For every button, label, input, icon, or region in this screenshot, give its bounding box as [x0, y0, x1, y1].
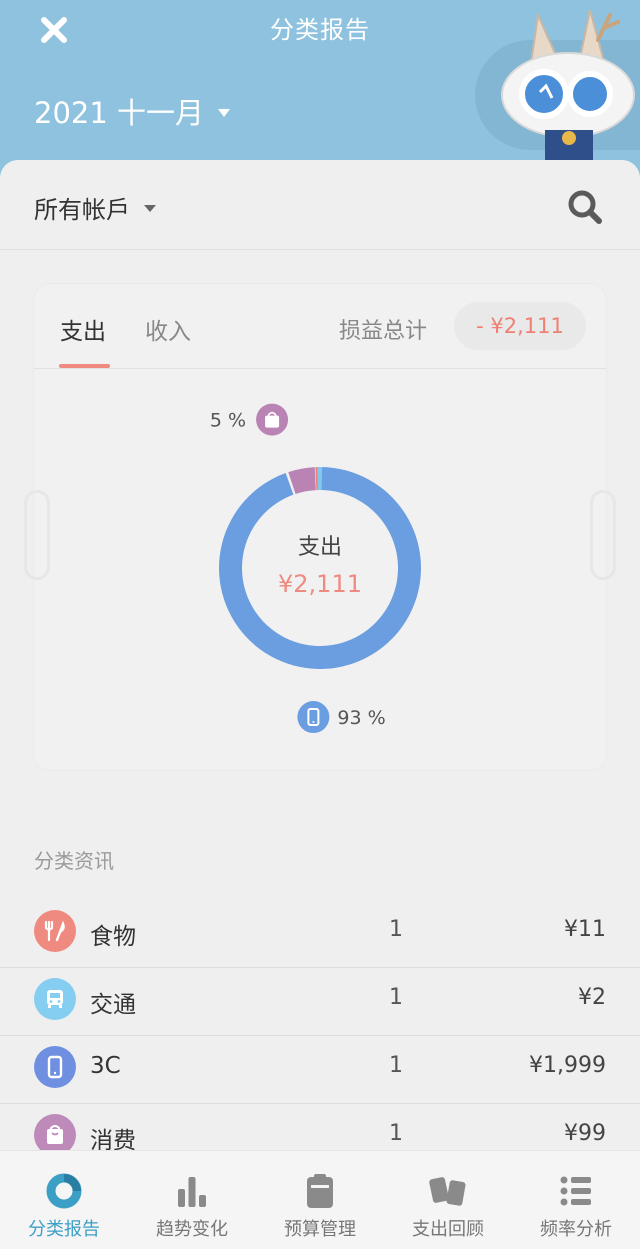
- accounts-bar: 所有帐戶: [0, 160, 640, 250]
- category-amount: ¥1,999: [529, 1053, 606, 1078]
- category-count: 1: [389, 1053, 403, 1078]
- report-sheet: 所有帐戶 支出 收入 损益总计 - ¥2,111 支出 ¥2,111 5 % 93 %…: [0, 160, 640, 1249]
- bus-icon: [34, 978, 76, 1020]
- nav-item-trend[interactable]: 趋势变化: [128, 1151, 256, 1249]
- nav-label: 频率分析: [540, 1219, 612, 1240]
- nav-label: 分类报告: [28, 1219, 100, 1240]
- category-name: 食物: [90, 924, 136, 950]
- nav-item-budget[interactable]: 预算管理: [256, 1151, 384, 1249]
- nav-item-expense-review[interactable]: 支出回顾: [384, 1151, 512, 1249]
- bottom-nav: 分类报告 趋势变化 预算管理 支出回顾 频率分析: [0, 1150, 640, 1249]
- account-picker[interactable]: 所有帐戶: [34, 190, 156, 225]
- nav-item-frequency[interactable]: 频率分析: [512, 1151, 640, 1249]
- profit-loss-value: - ¥2,111: [454, 302, 586, 350]
- category-row-food[interactable]: 食物 1 ¥11: [0, 900, 640, 968]
- donut-slice-1[interactable]: [288, 467, 316, 494]
- nav-label: 趋势变化: [156, 1219, 228, 1240]
- list-icon: [560, 1176, 591, 1206]
- chevron-down-icon: [218, 109, 231, 117]
- phone-icon: [34, 1046, 76, 1088]
- category-count: 1: [389, 985, 403, 1010]
- category-amount: ¥2: [578, 985, 606, 1010]
- tab-income[interactable]: 收入: [145, 312, 191, 346]
- profit-loss-label: 损益总计: [339, 319, 428, 344]
- section-title: 分类资讯: [34, 849, 114, 873]
- scroll-right-hint: [590, 490, 616, 580]
- header: 分类报告 2021 十一月: [0, 0, 640, 170]
- search-icon[interactable]: [566, 188, 604, 226]
- tab-expense[interactable]: 支出: [60, 312, 106, 346]
- category-amount: ¥99: [564, 1121, 606, 1146]
- month-label: 2021 十一月: [34, 96, 205, 130]
- donut-center-value: ¥2,111: [278, 570, 362, 598]
- chevron-down-icon: [144, 205, 156, 212]
- nav-label: 预算管理: [284, 1219, 356, 1240]
- category-name: 3C: [90, 1053, 121, 1079]
- utensils-icon: [34, 910, 76, 952]
- category-count: 1: [389, 917, 403, 942]
- donut-slice-0[interactable]: [218, 467, 421, 669]
- donut-chart-icon: [46, 1173, 82, 1209]
- callout-percent: 5 %: [210, 410, 246, 432]
- callout-icon-badge: [297, 701, 330, 734]
- nav-label: 支出回顾: [412, 1219, 484, 1240]
- category-row-transport[interactable]: 交通 1 ¥2: [0, 968, 640, 1036]
- month-picker[interactable]: 2021 十一月: [34, 90, 231, 132]
- percent-callout-1: 93 %: [297, 701, 386, 734]
- clipboard-icon: [307, 1174, 333, 1208]
- percent-callout-0: 5 %: [210, 403, 289, 436]
- category-count: 1: [389, 1121, 403, 1146]
- nav-item-category-report[interactable]: 分类报告: [0, 1151, 128, 1249]
- cards-icon: [429, 1177, 466, 1206]
- scroll-left-hint: [24, 490, 50, 580]
- cat-mascot-illustration: [501, 9, 635, 170]
- callout-percent: 93 %: [337, 707, 385, 729]
- donut-chart: 支出 ¥2,111 5 % 93 %: [210, 403, 421, 734]
- donut-slice-3[interactable]: [317, 467, 323, 491]
- bar-chart-icon: [178, 1177, 206, 1207]
- account-picker-label: 所有帐戶: [34, 196, 130, 224]
- category-name: 交通: [90, 992, 136, 1018]
- category-amount: ¥11: [564, 917, 606, 942]
- donut-center-label: 支出: [298, 535, 342, 560]
- report-card: 支出 收入 损益总计 - ¥2,111 支出 ¥2,111 5 % 93 %: [34, 284, 606, 770]
- category-row-3c[interactable]: 3C 1 ¥1,999: [0, 1036, 640, 1104]
